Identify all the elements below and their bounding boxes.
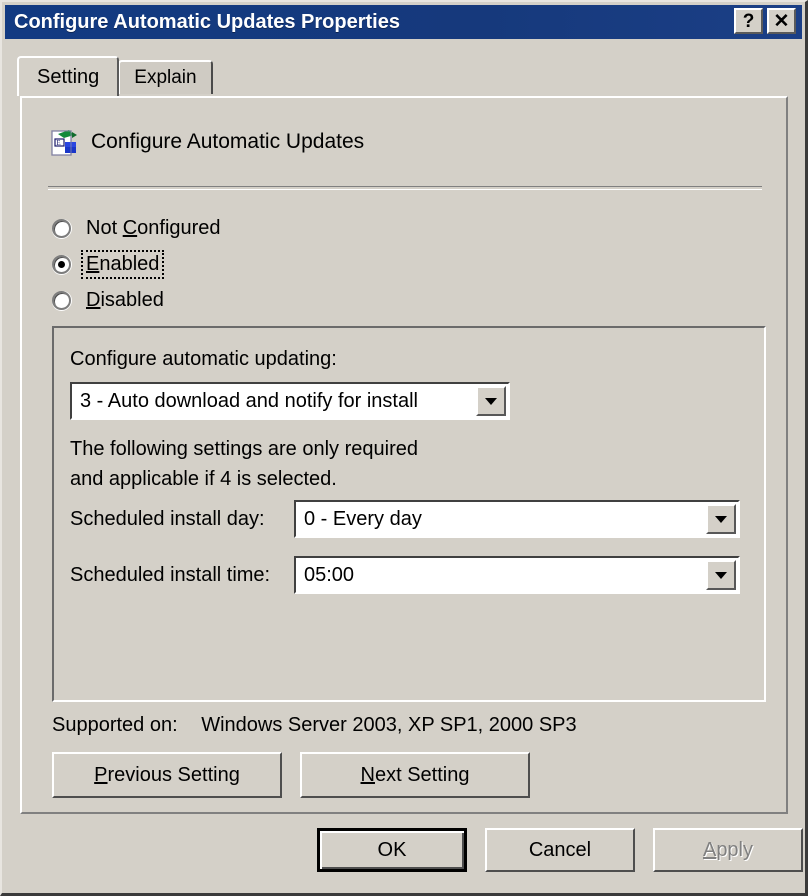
settings-hint-line-1: The following settings are only required — [70, 438, 418, 460]
scheduled-install-time-label: Scheduled install time: — [70, 564, 271, 586]
chevron-down-icon[interactable] — [706, 504, 736, 534]
setting-tab-page: E Configure Automatic Updates Not Config… — [20, 96, 788, 814]
radio-disabled-label: Disabled — [86, 288, 164, 311]
configure-updating-value: 3 - Auto download and notify for install — [80, 389, 418, 412]
radio-not-configured-icon[interactable] — [52, 218, 71, 238]
scheduled-install-day-combobox[interactable]: 0 - Every day — [294, 500, 740, 538]
radio-row-enabled[interactable]: Enabled — [52, 246, 225, 282]
tab-strip: Setting Explain — [17, 56, 213, 96]
title-bar[interactable]: Configure Automatic Updates Properties ?… — [5, 5, 802, 39]
supported-on-row: Supported on: Windows Server 2003, XP SP… — [52, 714, 577, 737]
svg-text:E: E — [56, 139, 60, 147]
previous-setting-label: Previous Setting — [94, 763, 240, 786]
ok-button-label: OK — [377, 838, 407, 861]
apply-button[interactable]: Apply — [653, 828, 803, 872]
settings-hint-line-2: and applicable if 4 is selected. — [70, 468, 337, 490]
configure-automatic-updates-dialog: Configure Automatic Updates Properties ?… — [0, 0, 808, 896]
next-setting-button[interactable]: Next Setting — [300, 752, 530, 798]
ok-button[interactable]: OK — [317, 828, 467, 872]
dialog-button-bar: OK Cancel Apply — [317, 828, 803, 872]
radio-enabled-label: Enabled — [80, 249, 165, 279]
previous-setting-button[interactable]: Previous Setting — [52, 752, 282, 798]
supported-on-value: Windows Server 2003, XP SP1, 2000 SP3 — [201, 714, 577, 736]
tab-explain[interactable]: Explain — [118, 60, 213, 94]
cancel-button-label: Cancel — [528, 838, 592, 861]
close-icon[interactable]: ✕ — [767, 8, 796, 34]
configure-updating-label: Configure automatic updating: — [70, 348, 337, 370]
configure-updating-combobox[interactable]: 3 - Auto download and notify for install — [70, 382, 510, 420]
scheduled-install-time-combobox[interactable]: 05:00 — [294, 556, 740, 594]
apply-button-label: Apply — [702, 838, 754, 861]
supported-on-label: Supported on: — [52, 714, 178, 736]
scheduled-install-time-value: 05:00 — [304, 563, 355, 586]
radio-row-not-configured[interactable]: Not Configured — [52, 210, 225, 246]
group-policy-icon: E — [51, 130, 77, 156]
radio-enabled-icon[interactable] — [52, 254, 71, 274]
scheduled-install-day-label: Scheduled install day: — [70, 508, 265, 530]
policy-title: Configure Automatic Updates — [91, 130, 365, 153]
radio-not-configured-label: Not Configured — [86, 216, 221, 239]
tab-setting-label: Setting — [37, 65, 100, 88]
chevron-down-icon[interactable] — [476, 386, 506, 416]
radio-disabled-icon[interactable] — [52, 290, 71, 310]
tab-setting[interactable]: Setting — [17, 56, 120, 96]
cancel-button[interactable]: Cancel — [485, 828, 635, 872]
help-icon[interactable]: ? — [734, 8, 763, 34]
policy-state-radio-group: Not Configured Enabled Disabled — [52, 210, 225, 318]
heading-separator — [48, 186, 762, 190]
tab-explain-label: Explain — [134, 67, 197, 88]
settings-groupbox: Configure automatic updating: 3 - Auto d… — [52, 326, 766, 702]
chevron-down-icon[interactable] — [706, 560, 736, 590]
caption-button-group: ? ✕ — [734, 8, 796, 34]
policy-heading: E Configure Automatic Updates — [48, 126, 364, 158]
window-title: Configure Automatic Updates Properties — [14, 10, 400, 33]
settings-hint-text: The following settings are only required… — [70, 434, 418, 494]
radio-row-disabled[interactable]: Disabled — [52, 282, 225, 318]
next-setting-label: Next Setting — [360, 763, 470, 786]
scheduled-install-day-value: 0 - Every day — [304, 507, 422, 530]
